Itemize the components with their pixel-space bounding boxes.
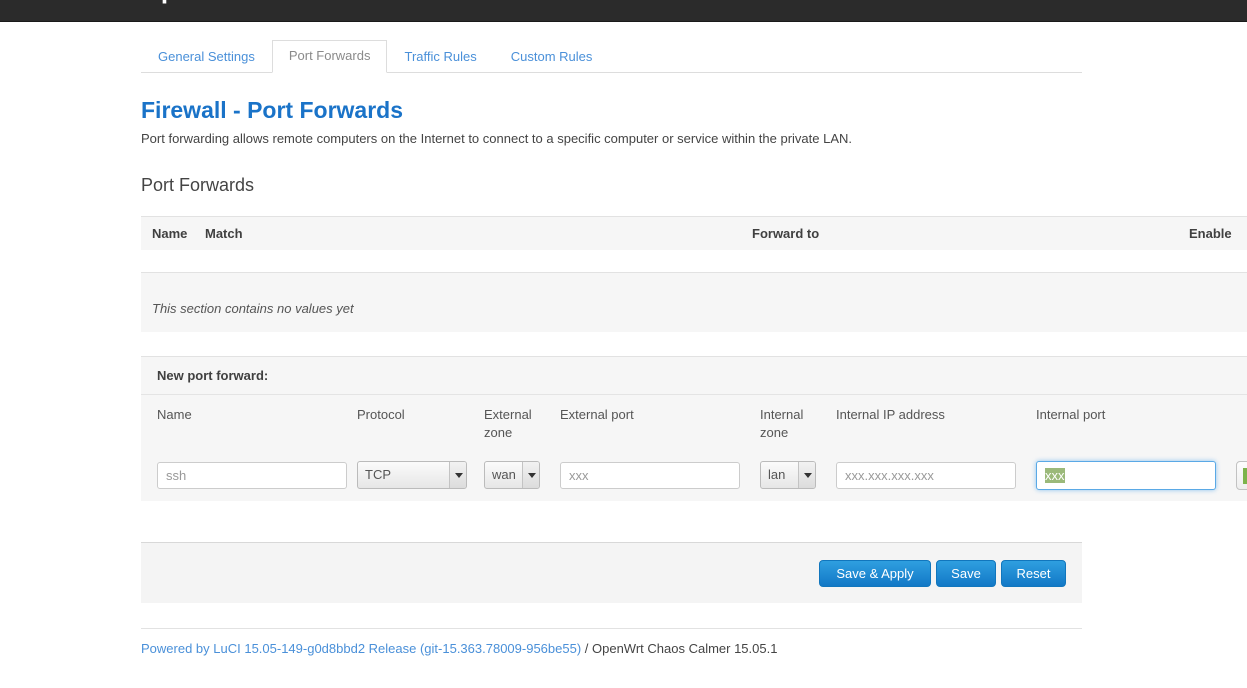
new-port-forward-heading-row: New port forward: xyxy=(141,357,1247,395)
luci-version-link[interactable]: Powered by LuCI 15.05-149-g0d8bbd2 Relea… xyxy=(141,641,581,656)
column-header-match: Match xyxy=(205,226,243,241)
internal-zone-select[interactable]: lan xyxy=(760,461,816,489)
save-apply-button[interactable]: Save & Apply xyxy=(819,560,931,587)
page-description: Port forwarding allows remote computers … xyxy=(141,131,853,146)
section-title: Port Forwards xyxy=(141,175,255,195)
tab-traffic-rules[interactable]: Traffic Rules xyxy=(387,41,493,73)
port-forwards-table-header: Name Match Forward to Enable xyxy=(141,216,1247,250)
new-port-forward-heading: New port forward: xyxy=(157,368,269,383)
tab-custom-rules[interactable]: Custom Rules xyxy=(494,41,610,73)
new-port-forward-section: New port forward: Name Protocol External… xyxy=(141,356,1247,501)
column-header-forward-to: Forward to xyxy=(752,226,820,241)
port-forwards-empty-section: This section contains no values yet xyxy=(141,272,1247,332)
tab-port-forwards[interactable]: Port Forwards xyxy=(271,40,388,73)
label-internal-zone: Internal zone xyxy=(760,407,804,440)
protocol-select[interactable]: TCP xyxy=(357,461,467,489)
brand-logo[interactable]: OpenWrt xyxy=(141,0,249,4)
label-external-port: External port xyxy=(560,407,634,422)
page-footer: Powered by LuCI 15.05-149-g0d8bbd2 Relea… xyxy=(141,628,1082,657)
openwrt-version-text: / OpenWrt Chaos Calmer 15.05.1 xyxy=(581,641,778,656)
label-protocol: Protocol xyxy=(357,407,405,422)
top-navigation-bar: OpenWrt Status System Network Logout xyxy=(0,0,1247,22)
empty-section-message: This section contains no values yet xyxy=(152,301,354,316)
label-name: Name xyxy=(157,407,192,422)
label-external-zone: External zone xyxy=(484,407,532,440)
name-input[interactable] xyxy=(157,462,347,489)
column-header-enable: Enable xyxy=(1189,226,1232,241)
firewall-tab-bar: General Settings Port Forwards Traffic R… xyxy=(141,40,1082,73)
reset-button[interactable]: Reset xyxy=(1001,560,1066,587)
column-header-name: Name xyxy=(152,226,188,241)
add-forward-button[interactable] xyxy=(1236,461,1247,490)
internal-ip-input[interactable] xyxy=(836,462,1016,489)
save-button[interactable]: Save xyxy=(936,560,996,587)
external-zone-select[interactable]: wan xyxy=(484,461,540,489)
form-action-bar: Save & Apply Save Reset xyxy=(141,542,1082,603)
external-port-input[interactable] xyxy=(560,462,740,489)
internal-port-input[interactable] xyxy=(1036,461,1216,490)
label-internal-ip: Internal IP address xyxy=(836,407,945,422)
label-internal-port: Internal port xyxy=(1036,407,1106,422)
tab-general-settings[interactable]: General Settings xyxy=(141,41,272,73)
page-title: Firewall - Port Forwards xyxy=(141,97,403,123)
